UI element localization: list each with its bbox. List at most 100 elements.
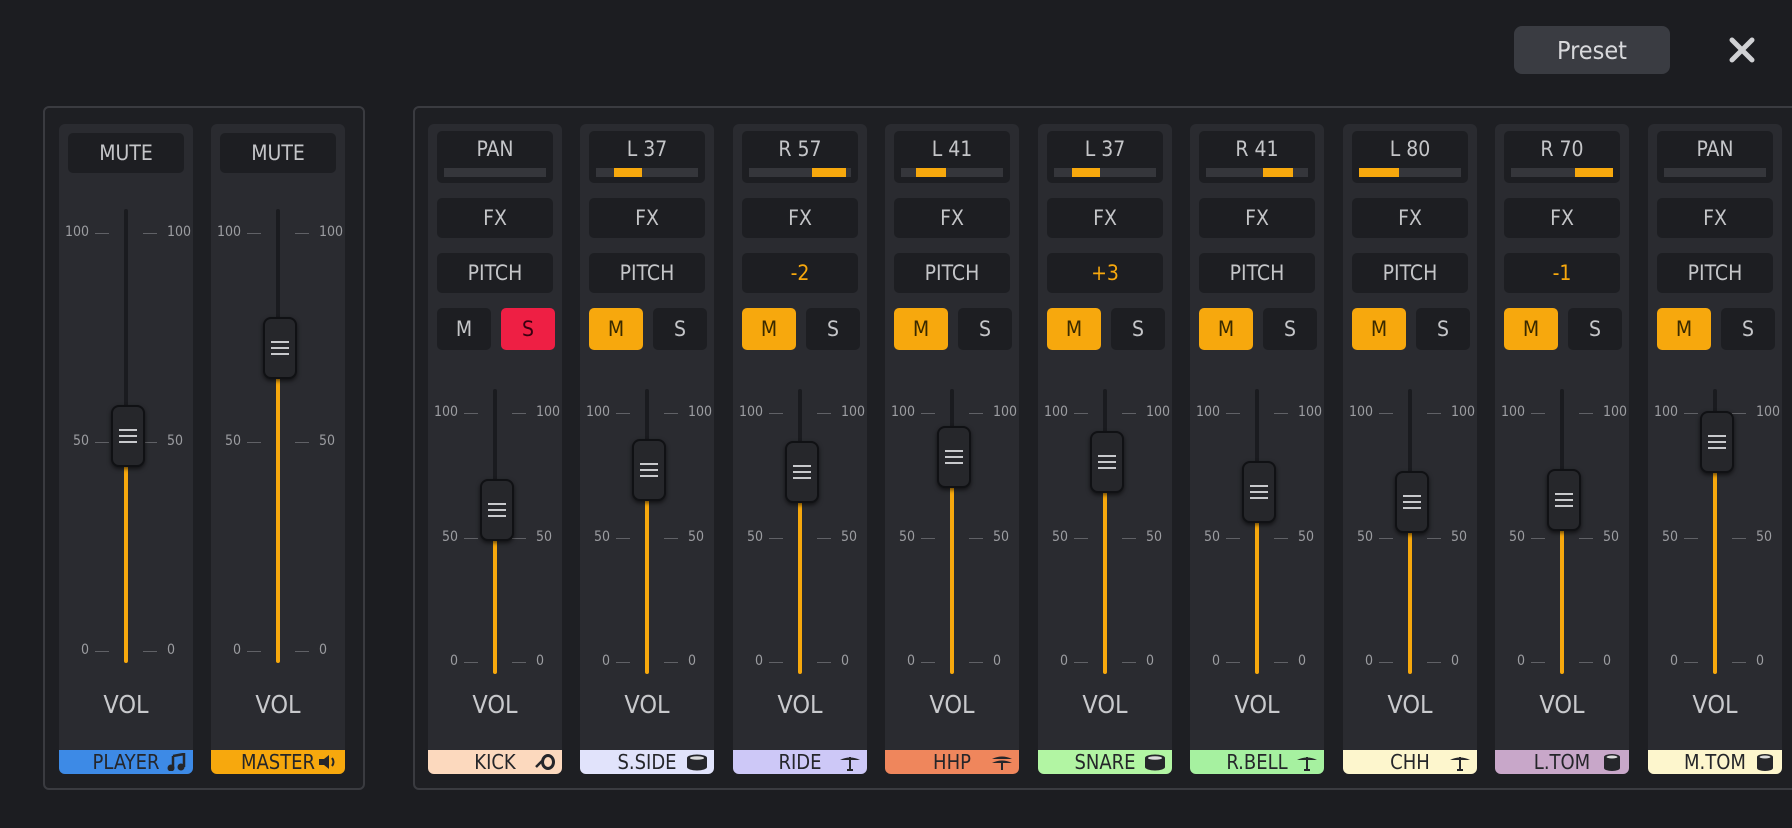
mute-button[interactable]: MUTE	[68, 133, 184, 173]
scale-label: 0	[1603, 653, 1612, 669]
mute-button[interactable]: M	[1657, 308, 1711, 350]
fx-button[interactable]: FX	[1352, 198, 1468, 238]
channel-strip-snare: L 37 FX +3 M S 100 100 50 50 0 0 VOL SNARE	[1038, 124, 1172, 774]
solo-button[interactable]: S	[1568, 308, 1622, 350]
pan-track	[1511, 168, 1613, 177]
volume-fader[interactable]	[1255, 389, 1259, 674]
snare-drum-icon	[1145, 754, 1165, 771]
volume-fader-knob[interactable]	[263, 316, 297, 379]
vol-label: VOL	[103, 690, 149, 719]
pitch-button[interactable]: PITCH	[894, 253, 1010, 293]
pitch-button[interactable]: PITCH	[437, 253, 553, 293]
volume-fader-knob[interactable]	[1395, 471, 1429, 534]
fx-button[interactable]: FX	[1657, 198, 1773, 238]
volume-fill	[950, 455, 954, 674]
volume-fader-knob[interactable]	[937, 426, 971, 489]
scale-label: 100	[738, 404, 763, 420]
scale-tick	[921, 662, 935, 663]
volume-fill	[1713, 440, 1717, 674]
mute-button[interactable]: M	[437, 308, 491, 350]
solo-button[interactable]: S	[958, 308, 1012, 350]
cymbal-icon	[840, 757, 860, 771]
volume-fader[interactable]	[1560, 389, 1564, 674]
solo-button[interactable]: S	[1263, 308, 1317, 350]
scale-label: 100	[890, 404, 915, 420]
channel-name: HHP	[933, 750, 971, 774]
scale-label: 50	[1203, 528, 1220, 545]
pan-control[interactable]: L 41	[894, 131, 1010, 183]
pitch-button[interactable]: PITCH	[1199, 253, 1315, 293]
pan-control[interactable]: R 41	[1199, 131, 1315, 183]
channel-name: R.BELL	[1226, 750, 1288, 774]
channel-name-bar: PLAYER	[59, 750, 193, 774]
fx-button[interactable]: FX	[1047, 198, 1163, 238]
pitch-button[interactable]: PITCH	[589, 253, 705, 293]
mute-button[interactable]: M	[1047, 308, 1101, 350]
fx-button[interactable]: FX	[894, 198, 1010, 238]
scale-tick	[143, 233, 157, 234]
pan-track	[1054, 168, 1156, 177]
scale-tick	[1122, 413, 1136, 414]
volume-fader-knob[interactable]	[1700, 411, 1734, 474]
volume-fader-knob[interactable]	[480, 478, 514, 541]
solo-button[interactable]: S	[1721, 308, 1775, 350]
fx-button[interactable]: FX	[1199, 198, 1315, 238]
close-button[interactable]	[1722, 28, 1762, 72]
pan-value: R 70	[1540, 137, 1584, 161]
mute-button[interactable]: M	[589, 308, 643, 350]
vol-label: VOL	[1082, 690, 1128, 719]
scale-tick	[817, 537, 831, 539]
pan-control[interactable]: PAN	[437, 131, 553, 183]
scale-tick	[247, 651, 261, 652]
fx-button[interactable]: FX	[1504, 198, 1620, 238]
volume-fader[interactable]	[798, 389, 802, 674]
fx-button[interactable]: FX	[742, 198, 858, 238]
solo-button[interactable]: S	[1111, 308, 1165, 350]
scale-tick	[95, 233, 109, 234]
pan-control[interactable]: L 37	[589, 131, 705, 183]
mute-button[interactable]: M	[742, 308, 796, 350]
solo-button[interactable]: S	[806, 308, 860, 350]
pitch-button[interactable]: PITCH	[1352, 253, 1468, 293]
preset-button[interactable]: Preset	[1514, 26, 1670, 74]
scale-tick	[1074, 413, 1088, 414]
scale-label: 0	[906, 653, 915, 669]
scale-tick	[143, 651, 157, 652]
scale-label: 0	[688, 653, 697, 669]
vol-label: VOL	[1234, 690, 1280, 719]
solo-button[interactable]: S	[1416, 308, 1470, 350]
volume-fader[interactable]	[645, 389, 649, 674]
pan-control[interactable]: L 80	[1352, 131, 1468, 183]
pitch-button[interactable]: PITCH	[1657, 253, 1773, 293]
volume-fader-knob[interactable]	[1090, 431, 1124, 494]
scale-tick	[512, 662, 526, 663]
mute-button[interactable]: M	[1504, 308, 1558, 350]
mute-button[interactable]: M	[894, 308, 948, 350]
channel-strip-chh: L 80 FX PITCH M S 100 100 50 50 0 0 VOL CHH	[1343, 124, 1477, 774]
mute-button[interactable]: M	[1199, 308, 1253, 350]
pan-control[interactable]: PAN	[1657, 131, 1773, 183]
scale-label: 50	[72, 433, 89, 449]
volume-fader-knob[interactable]	[111, 404, 145, 467]
pan-control[interactable]: L 37	[1047, 131, 1163, 183]
pitch-button[interactable]: -2	[742, 253, 858, 293]
volume-fader-knob[interactable]	[1547, 468, 1581, 531]
solo-button[interactable]: S	[501, 308, 555, 350]
scale-tick	[969, 662, 983, 663]
pan-control[interactable]: R 57	[742, 131, 858, 183]
fx-button[interactable]: FX	[589, 198, 705, 238]
scale-label: 100	[1500, 404, 1525, 420]
pan-control[interactable]: R 70	[1504, 131, 1620, 183]
pitch-button[interactable]: +3	[1047, 253, 1163, 293]
scale-tick	[1732, 662, 1746, 663]
volume-fader-knob[interactable]	[1242, 461, 1276, 524]
volume-fader-knob[interactable]	[632, 438, 666, 501]
mute-button[interactable]: M	[1352, 308, 1406, 350]
solo-button[interactable]: S	[653, 308, 707, 350]
volume-fader[interactable]	[276, 209, 280, 663]
fx-button[interactable]: FX	[437, 198, 553, 238]
pitch-button[interactable]: -1	[1504, 253, 1620, 293]
scale-label: 0	[449, 653, 458, 669]
volume-fader-knob[interactable]	[785, 441, 819, 504]
mute-button[interactable]: MUTE	[220, 133, 336, 173]
